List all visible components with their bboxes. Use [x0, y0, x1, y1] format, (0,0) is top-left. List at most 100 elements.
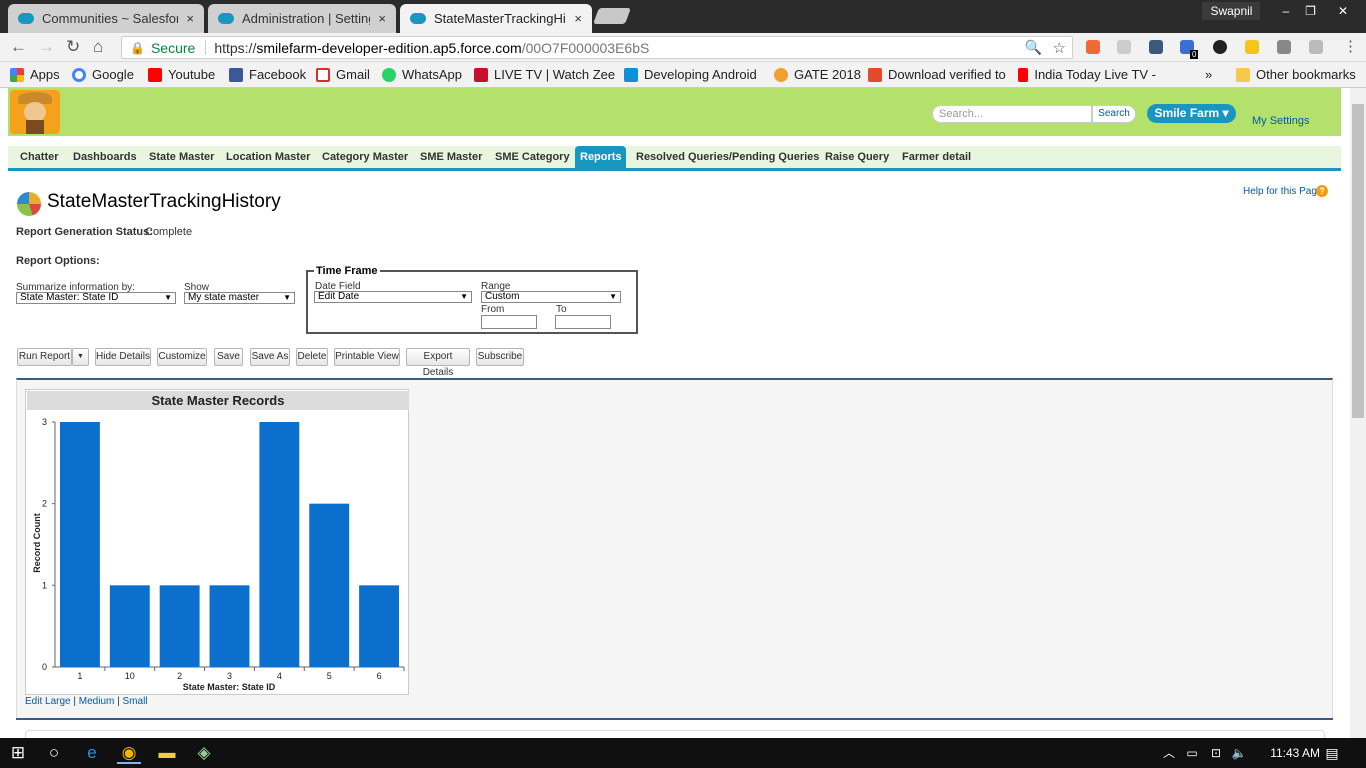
- tab-farmer-detail[interactable]: Farmer detail: [897, 146, 976, 168]
- help-link[interactable]: Help for this Page: [1243, 186, 1323, 197]
- home-icon[interactable]: ⌂: [93, 37, 103, 57]
- run-report-button[interactable]: Run Report: [17, 348, 72, 366]
- menu-icon[interactable]: ⋮: [1343, 37, 1358, 55]
- tab-chatter[interactable]: Chatter: [15, 146, 64, 168]
- tab-dashboards[interactable]: Dashboards: [68, 146, 142, 168]
- bookmark-item[interactable]: Developing Android: [624, 67, 762, 82]
- close-window-icon[interactable]: ✕: [1338, 4, 1348, 18]
- app-icon[interactable]: ◈: [192, 742, 216, 764]
- new-tab-button[interactable]: [593, 8, 631, 24]
- printable-view-button[interactable]: Printable View: [334, 348, 400, 366]
- save-as-button[interactable]: Save As: [250, 348, 290, 366]
- face-shape: [24, 102, 46, 122]
- extension-icon[interactable]: [1086, 40, 1100, 54]
- cortana-icon[interactable]: ○: [42, 742, 66, 764]
- tab-location-master[interactable]: Location Master: [221, 146, 315, 168]
- extension-icon[interactable]: [1117, 40, 1131, 54]
- extension-icon[interactable]: [1149, 40, 1163, 54]
- bookmark-item[interactable]: Apps: [10, 67, 60, 82]
- help-icon[interactable]: ?: [1316, 185, 1328, 197]
- bookmark-item[interactable]: LIVE TV | Watch Zee: [474, 67, 616, 82]
- to-date-input[interactable]: [555, 315, 611, 329]
- clock[interactable]: 11:43 AM: [1270, 746, 1320, 760]
- customize-button[interactable]: Customize: [157, 348, 207, 366]
- x-tick-label: 1: [77, 671, 82, 681]
- minimize-icon[interactable]: ‒: [1282, 4, 1289, 18]
- profile-button[interactable]: Swapnil: [1202, 2, 1261, 20]
- star-icon[interactable]: ☆: [1053, 39, 1066, 57]
- volume-muted-icon[interactable]: 🔈: [1227, 742, 1251, 764]
- edge-icon[interactable]: e: [80, 742, 104, 764]
- youtube-icon: [1018, 67, 1029, 82]
- search-button[interactable]: Search: [1092, 105, 1136, 123]
- save-button[interactable]: Save: [214, 348, 243, 366]
- url-bar[interactable]: 🔒 Secure https://smilefarm-developer-edi…: [121, 36, 1073, 59]
- highlighter-icon[interactable]: [1245, 40, 1259, 54]
- bookmark-item[interactable]: Youtube: [148, 67, 215, 82]
- extension-icon[interactable]: [1213, 40, 1227, 54]
- browser-tab-communities[interactable]: Communities ~ Salesforc ×: [8, 4, 204, 33]
- chrome-icon[interactable]: ◉: [117, 742, 141, 764]
- search-input[interactable]: Search...: [932, 105, 1092, 123]
- to-label: To: [556, 304, 567, 315]
- medium-chart-link[interactable]: Medium: [79, 696, 115, 707]
- bookmark-label: Download verified to: [888, 67, 1006, 82]
- tab-resolved-queries[interactable]: Resolved Queries/Pending Queries: [631, 146, 824, 168]
- large-chart-link[interactable]: Large: [45, 696, 71, 707]
- edit-chart-link[interactable]: Edit: [25, 696, 42, 707]
- close-tab-icon[interactable]: ×: [186, 11, 194, 26]
- extension-icon[interactable]: [1309, 40, 1323, 54]
- date-field-select[interactable]: Edit Date ▼: [314, 291, 472, 303]
- bookmark-item[interactable]: India Today Live TV -: [1018, 67, 1156, 82]
- tab-category-master[interactable]: Category Master: [317, 146, 413, 168]
- show-select[interactable]: My state master ▼: [184, 292, 295, 304]
- bookmark-item[interactable]: WhatsApp: [382, 67, 462, 82]
- tab-reports[interactable]: Reports: [575, 146, 626, 168]
- delete-button[interactable]: Delete: [296, 348, 328, 366]
- scrollbar-thumb[interactable]: [1352, 104, 1364, 418]
- my-settings-link[interactable]: My Settings: [1252, 115, 1309, 127]
- back-arrow-icon[interactable]: ←: [10, 37, 27, 57]
- chart-title: State Master Records: [152, 393, 285, 408]
- zoom-icon[interactable]: 🔍: [1025, 39, 1042, 56]
- bookmark-item[interactable]: GATE 2018: [774, 67, 861, 82]
- maximize-icon[interactable]: ❐: [1305, 4, 1316, 18]
- more-bookmarks-button[interactable]: »: [1205, 67, 1212, 82]
- extension-icon[interactable]: [1277, 40, 1291, 54]
- file-explorer-icon[interactable]: ▬: [155, 742, 179, 764]
- tab-sme-master[interactable]: SME Master: [415, 146, 487, 168]
- reload-icon[interactable]: ↻: [66, 37, 80, 57]
- network-icon[interactable]: ⊡: [1204, 742, 1228, 764]
- battery-icon[interactable]: ▭: [1180, 742, 1204, 764]
- bookmark-item[interactable]: Download verified to: [868, 67, 1006, 82]
- from-date-input[interactable]: [481, 315, 537, 329]
- notifications-icon[interactable]: ▤: [1320, 742, 1344, 764]
- subscribe-button[interactable]: Subscribe: [476, 348, 524, 366]
- tab-state-master[interactable]: State Master: [144, 146, 219, 168]
- range-select[interactable]: Custom ▼: [481, 291, 621, 303]
- summarize-select[interactable]: State Master: State ID ▼: [16, 292, 176, 304]
- tab-sme-category[interactable]: SME Category: [490, 146, 575, 168]
- bookmark-item[interactable]: Facebook: [229, 67, 306, 82]
- show-hidden-icons-icon[interactable]: ︿: [1157, 742, 1181, 764]
- close-tab-icon[interactable]: ×: [574, 11, 582, 26]
- bookmark-item[interactable]: Gmail: [316, 67, 370, 82]
- close-tab-icon[interactable]: ×: [378, 11, 386, 26]
- forward-arrow-icon[interactable]: →: [38, 37, 55, 57]
- browser-tab-administration[interactable]: Administration | Settings ×: [208, 4, 396, 33]
- bookmark-item[interactable]: Google: [72, 67, 134, 82]
- status-value: Complete: [145, 226, 193, 238]
- export-details-button[interactable]: Export Details: [406, 348, 470, 378]
- salesforce-icon: [218, 13, 234, 24]
- windows-start-icon[interactable]: ⊞: [6, 742, 30, 764]
- run-report-menu-button[interactable]: ▼: [72, 348, 89, 366]
- other-bookmarks[interactable]: Other bookmarks: [1236, 67, 1356, 82]
- salesforce-icon: [18, 13, 34, 24]
- org-menu-button[interactable]: Smile Farm ▾: [1147, 104, 1236, 123]
- small-chart-link[interactable]: Small: [123, 696, 148, 707]
- smile-farm-logo[interactable]: [10, 90, 60, 134]
- browser-tab-report[interactable]: StateMasterTrackingHisto ×: [400, 4, 592, 33]
- hide-details-button[interactable]: Hide Details: [95, 348, 151, 366]
- bookmark-label: Developing Android: [644, 67, 757, 82]
- tab-raise-query[interactable]: Raise Query: [820, 146, 894, 168]
